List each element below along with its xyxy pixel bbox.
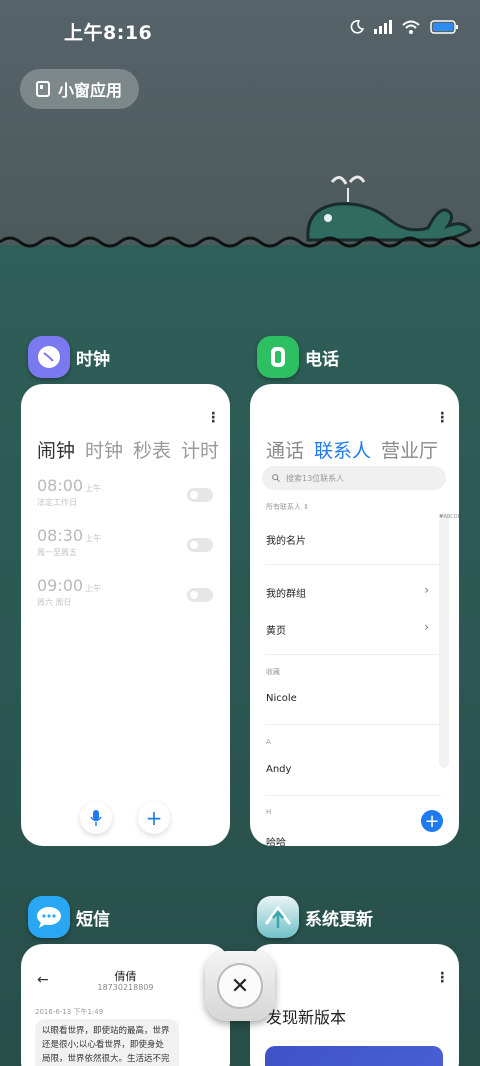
alarm-toggle[interactable]: [187, 538, 213, 552]
conversation-title: 倩倩: [114, 970, 137, 983]
alphabet-index-scrollbar[interactable]: ♥ABCDEFGHIJKLMNOPQRSTUVWXYZ#: [439, 512, 459, 768]
more-icon[interactable]: · · ·: [440, 967, 445, 989]
section-header: H: [266, 808, 272, 816]
messages-app-name: 短信: [76, 909, 110, 930]
tab-clock[interactable]: 时钟: [85, 436, 123, 463]
alarm-repeat: 法定工作日: [37, 498, 77, 507]
plus-icon: +: [424, 810, 440, 832]
divider: [266, 654, 441, 655]
my-groups-row[interactable]: 我的群组: [266, 585, 306, 600]
clock-app-name: 时钟: [76, 349, 110, 370]
alarm-time: 09:00: [37, 576, 84, 595]
tab-calls[interactable]: 通话: [266, 436, 304, 463]
wave-line: [0, 236, 480, 248]
tab-timer[interactable]: 计时: [181, 436, 219, 463]
sort-icon: ⇕: [303, 503, 310, 511]
clock-app-icon: [28, 336, 70, 378]
messages-app-header[interactable]: 短信: [28, 896, 110, 938]
search-icon: [272, 474, 280, 482]
alarm-toggle[interactable]: [187, 488, 213, 502]
update-app-icon: [257, 896, 299, 938]
contact-row[interactable]: Andy: [266, 764, 291, 775]
phone-app-card[interactable]: · · · 通话 联系人 营业厅 搜索13位联系人 所有联系人 ⇕ 我的名片 我的群…: [250, 384, 459, 846]
tab-service-hall[interactable]: 营业厅: [381, 436, 438, 463]
yellow-pages-row[interactable]: 黄页: [266, 622, 286, 637]
update-app-header[interactable]: 系统更新: [257, 896, 373, 938]
more-icon[interactable]: · · ·: [211, 407, 216, 429]
alarm-repeat: 周六 周日: [37, 598, 72, 607]
alarm-item[interactable]: 08:00 上午 法定工作日: [37, 476, 213, 508]
floating-window-button[interactable]: 小窗应用: [20, 69, 139, 109]
chevron-right-icon: ›: [424, 620, 429, 634]
messages-app-card[interactable]: ← 倩倩 18730218809 2016-6-13 下午1:49 以眼看世界，…: [21, 944, 230, 1066]
divider: [266, 564, 441, 565]
phone-app-name: 电话: [305, 349, 339, 370]
messages-app-icon: [28, 896, 70, 938]
phone-app-icon: [257, 336, 299, 378]
contact-row[interactable]: 哈哈: [266, 834, 286, 846]
add-contact-button[interactable]: +: [421, 810, 443, 832]
alarm-item[interactable]: 09:00 上午 周六 周日: [37, 576, 213, 608]
update-heading: 发现新版本: [266, 1008, 347, 1027]
divider: [266, 724, 441, 725]
alarm-ampm: 上午: [85, 584, 102, 593]
alarm-toggle[interactable]: [187, 588, 213, 602]
plus-icon: +: [145, 806, 163, 830]
more-icon[interactable]: · · ·: [440, 407, 445, 429]
tab-alarm[interactable]: 闹钟: [37, 436, 75, 463]
status-bar: 上午8:16: [0, 0, 480, 60]
status-time: 上午8:16: [64, 22, 153, 44]
add-alarm-button[interactable]: +: [138, 802, 170, 834]
contacts-search-input[interactable]: 搜索13位联系人: [262, 466, 446, 490]
chevron-right-icon: ›: [424, 583, 429, 597]
update-app-card[interactable]: · · · 发现新版本: [250, 944, 459, 1066]
tab-stopwatch[interactable]: 秒表: [133, 436, 171, 463]
my-card-row[interactable]: 我的名片: [266, 532, 306, 547]
moon-icon: [350, 20, 364, 34]
alarm-item[interactable]: 08:30 上午 周一至周五: [37, 526, 213, 558]
phone-app-header[interactable]: 电话: [257, 336, 339, 378]
filter-label: 所有联系人: [266, 503, 301, 511]
contacts-filter[interactable]: 所有联系人 ⇕: [266, 502, 309, 512]
clock-app-card[interactable]: · · · 闹钟 时钟 秒表 计时 08:00 上午 法定工作日 08:30 上午 周一…: [21, 384, 230, 846]
alarm-time: 08:00: [37, 476, 84, 495]
section-header: A: [266, 738, 271, 746]
voice-alarm-button[interactable]: [80, 802, 112, 834]
alarm-time: 08:30: [37, 526, 84, 545]
update-banner[interactable]: [265, 1046, 443, 1066]
close-icon: ✕: [230, 973, 250, 999]
battery-icon: [430, 20, 458, 34]
section-header-favorites: 收藏: [266, 668, 280, 676]
clear-all-button[interactable]: ✕: [205, 951, 275, 1021]
wifi-icon: [402, 20, 420, 34]
floating-window-icon: [36, 81, 50, 97]
clock-app-header[interactable]: 时钟: [28, 336, 110, 378]
message-bubble[interactable]: 以眼看世界，即使站的最高，世界还是很小;以心看世界，即使身处局限，世界依然很大。…: [35, 1019, 179, 1066]
alarm-repeat: 周一至周五: [37, 548, 77, 557]
floating-window-label: 小窗应用: [58, 81, 123, 100]
message-timestamp: 2016-6-13 下午1:49: [35, 1008, 104, 1016]
microphone-icon: [90, 810, 102, 826]
divider: [266, 795, 441, 796]
conversation-number: 18730218809: [97, 983, 154, 992]
tab-contacts[interactable]: 联系人: [314, 436, 371, 463]
search-placeholder: 搜索13位联系人: [286, 473, 345, 483]
signal-icon: [374, 20, 392, 34]
alarm-ampm: 上午: [85, 534, 102, 543]
update-app-name: 系统更新: [305, 909, 373, 930]
alarm-ampm: 上午: [85, 484, 102, 493]
contact-row[interactable]: Nicole: [266, 693, 297, 704]
